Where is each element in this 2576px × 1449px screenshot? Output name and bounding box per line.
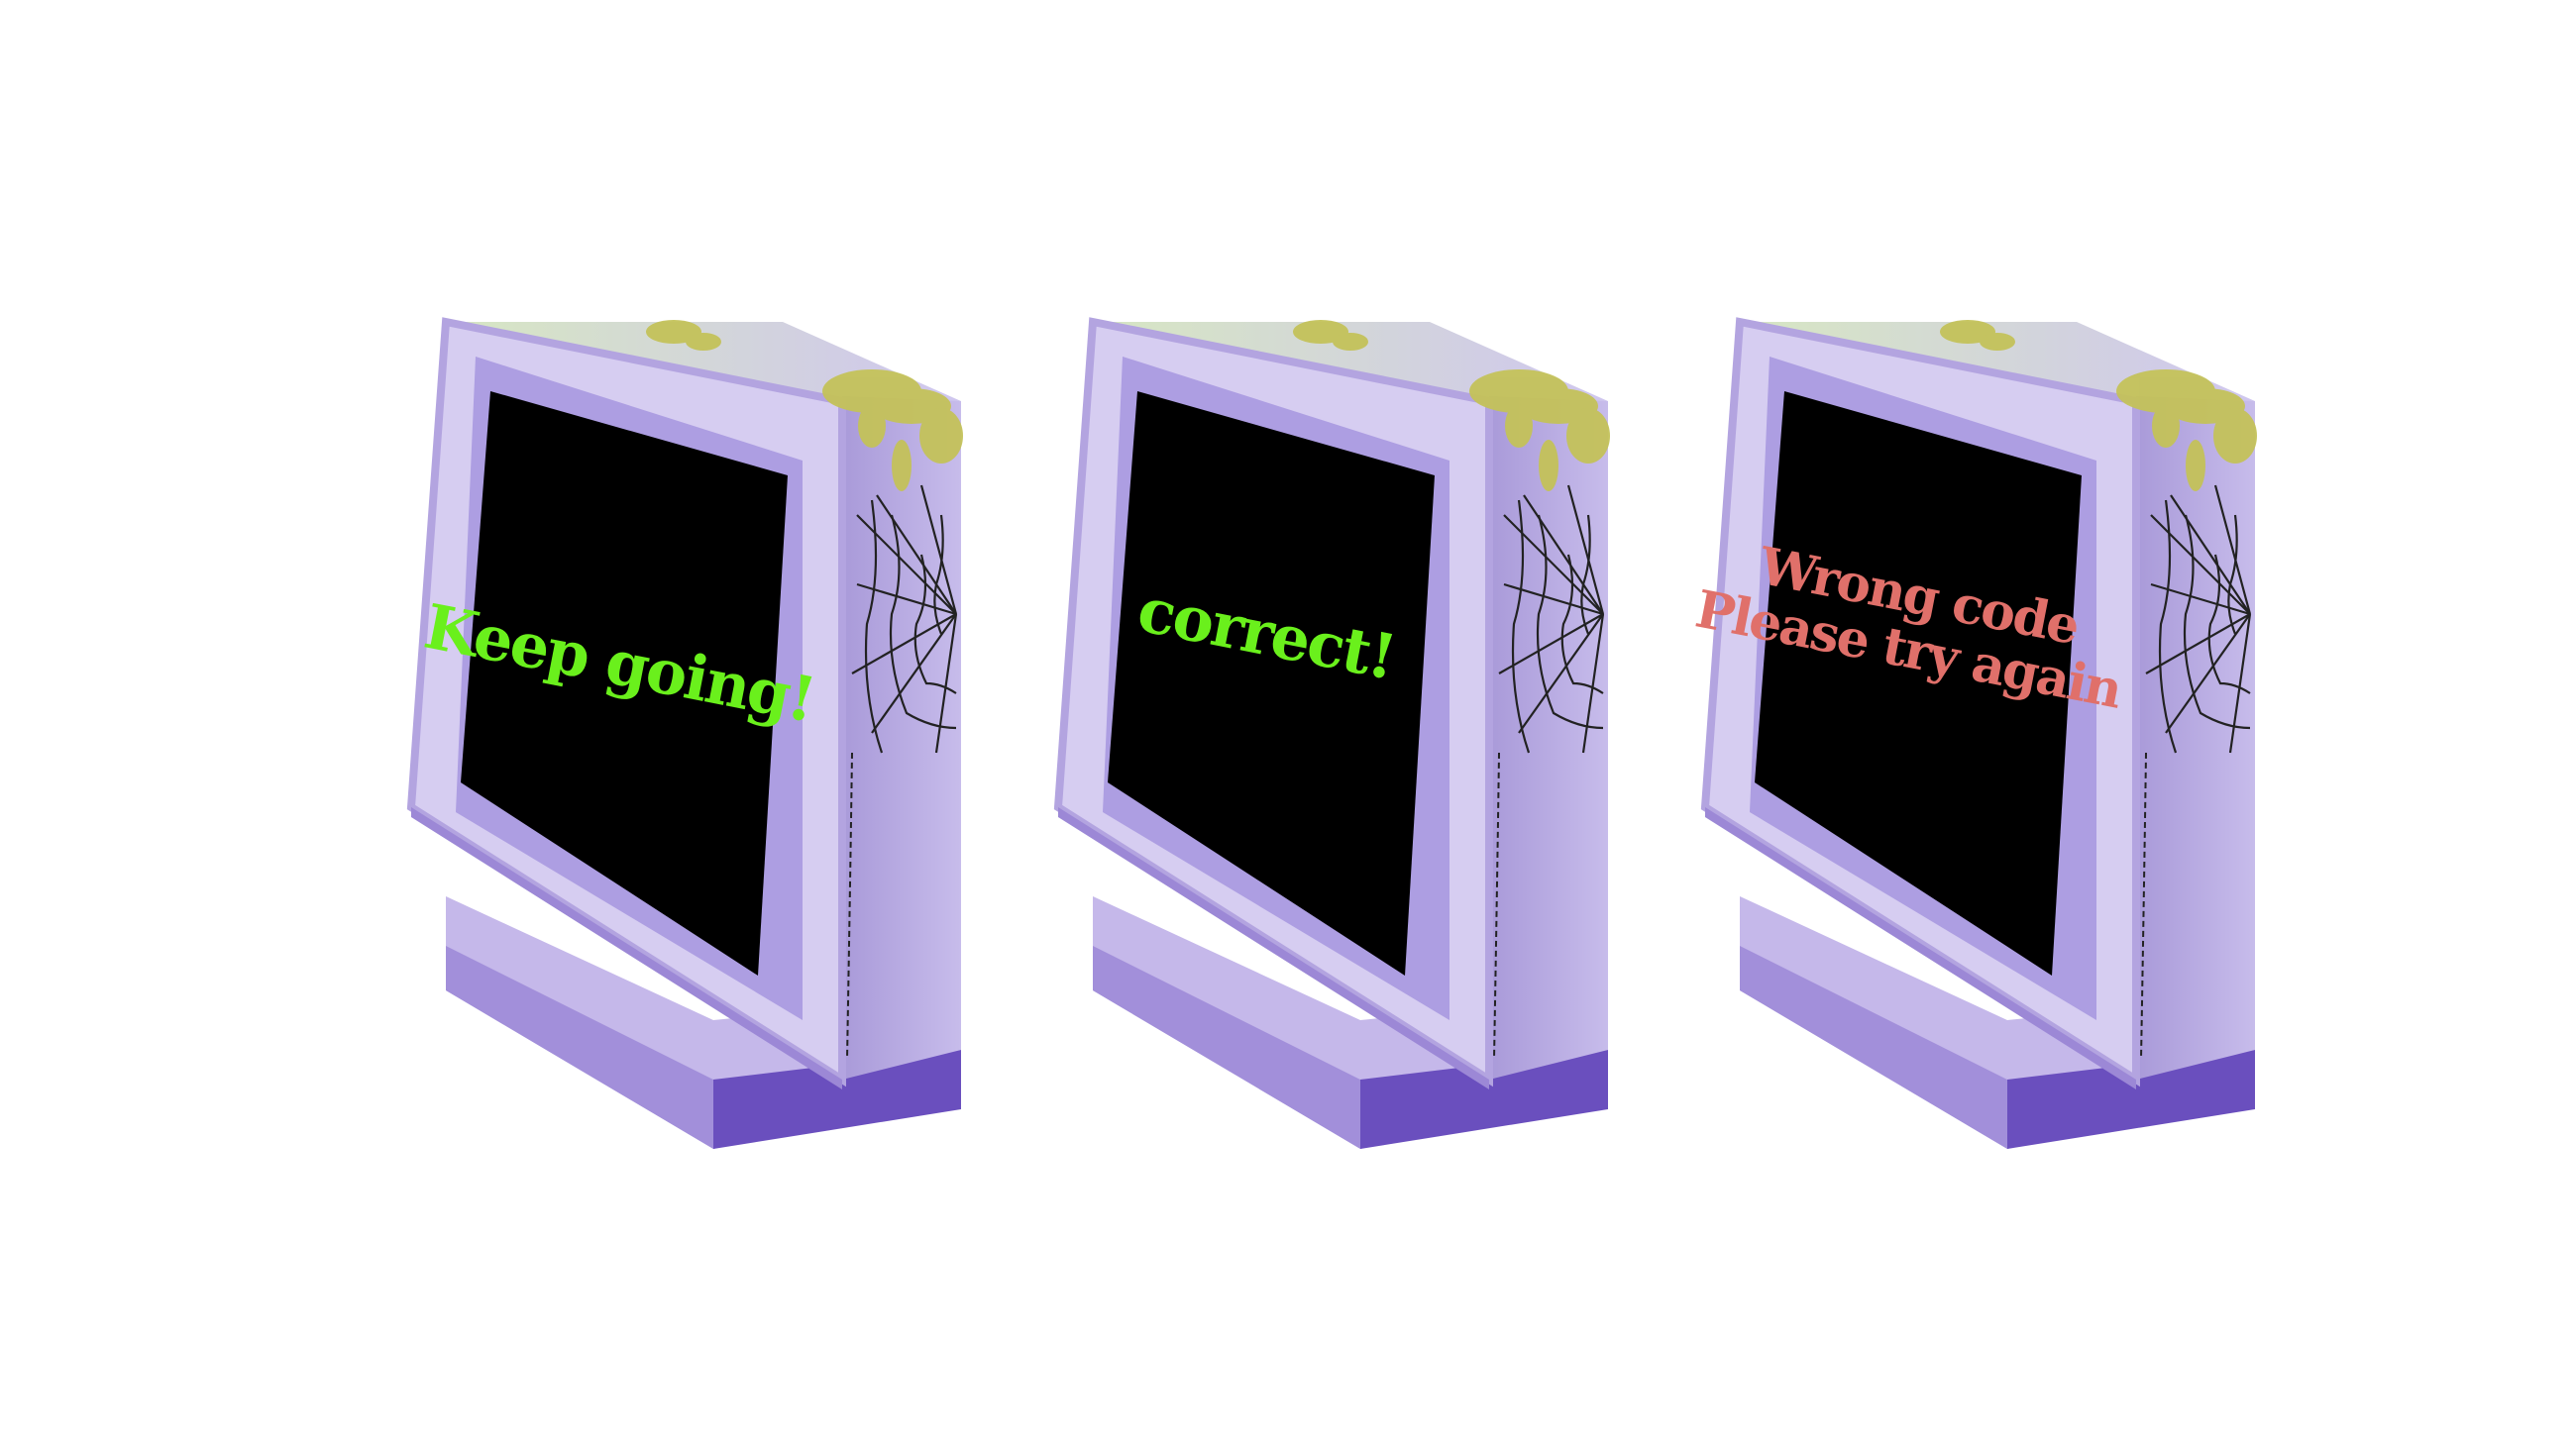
- monitor-correct: correct!: [1053, 0, 1648, 1449]
- screen: [1755, 391, 2082, 976]
- monitor-wrong-code: Wrong code Please try again: [1691, 0, 2295, 1449]
- screen: [1108, 391, 1435, 976]
- crt-monitor-icon: [406, 317, 963, 1149]
- monitor-keep-going: Keep going!: [406, 0, 1001, 1449]
- crt-monitor-icon: [1700, 317, 2257, 1149]
- screen: [461, 391, 788, 976]
- crt-monitor-icon: [1053, 317, 1610, 1149]
